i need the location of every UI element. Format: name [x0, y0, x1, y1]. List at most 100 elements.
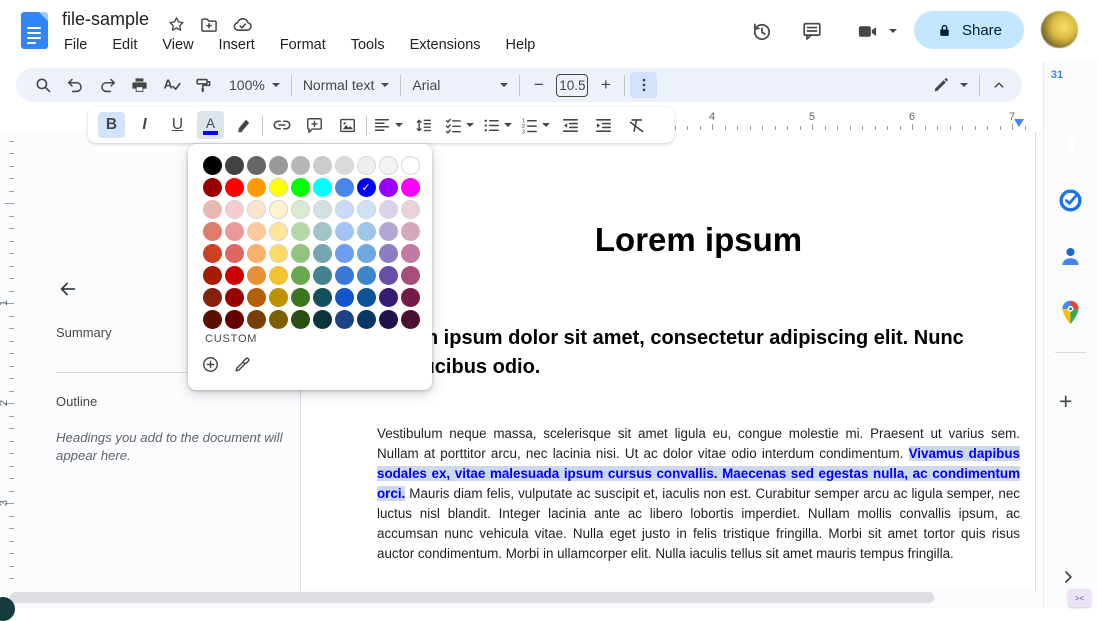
font-select[interactable]: Arial — [406, 77, 514, 93]
document-heading[interactable]: Lorem ipsum — [377, 221, 1020, 259]
hide-side-panel-chevron-icon[interactable] — [1058, 567, 1078, 587]
color-swatch-6aa84f[interactable] — [291, 266, 310, 285]
docs-logo-icon[interactable] — [21, 12, 48, 49]
color-swatch-d5a6bd[interactable] — [401, 222, 420, 241]
color-swatch-e06666[interactable] — [225, 244, 244, 263]
color-swatch-ffff00[interactable] — [269, 178, 288, 197]
paragraph-style-select[interactable]: Normal text — [297, 77, 396, 93]
document-body-paragraph[interactable]: Vestibulum neque massa, scelerisque sit … — [377, 424, 1020, 564]
color-swatch-0c343d[interactable] — [313, 310, 332, 329]
color-swatch-999999[interactable] — [269, 156, 288, 175]
color-swatch-d9d2e9[interactable] — [379, 200, 398, 219]
editing-mode-pen-icon[interactable] — [927, 72, 954, 98]
color-swatch-ead1dc[interactable] — [401, 200, 420, 219]
bulleted-list-button[interactable] — [481, 112, 501, 138]
color-swatch-a4c2f4[interactable] — [335, 222, 354, 241]
increase-font-size-button[interactable]: + — [592, 72, 619, 98]
checklist-caret-icon[interactable] — [466, 123, 474, 127]
color-swatch-fff2cc[interactable] — [269, 200, 288, 219]
color-swatch-ff00ff[interactable] — [401, 178, 420, 197]
share-button[interactable]: Share — [914, 11, 1024, 49]
color-swatch-cc4125[interactable] — [203, 244, 222, 263]
color-swatch-f3f3f3[interactable] — [379, 156, 398, 175]
decrease-font-size-button[interactable]: − — [525, 72, 552, 98]
color-swatch-434343[interactable] — [225, 156, 244, 175]
increase-indent-button[interactable] — [590, 112, 617, 138]
color-swatch-ffd966[interactable] — [269, 244, 288, 263]
move-to-folder-icon[interactable] — [199, 15, 219, 35]
color-swatch-666666[interactable] — [247, 156, 266, 175]
color-swatch-c27ba0[interactable] — [401, 244, 420, 263]
color-swatch-cccccc[interactable] — [313, 156, 332, 175]
color-swatch-9fc5e8[interactable] — [357, 222, 376, 241]
color-swatch-7f6000[interactable] — [269, 310, 288, 329]
color-swatch-45818e[interactable] — [313, 266, 332, 285]
color-swatch-f9cb9c[interactable] — [247, 222, 266, 241]
undo-icon[interactable] — [62, 72, 89, 98]
menu-format[interactable]: Format — [272, 35, 334, 55]
color-swatch-980000[interactable] — [203, 178, 222, 197]
color-swatch-00ff00[interactable] — [291, 178, 310, 197]
cloud-saved-icon[interactable] — [232, 14, 253, 35]
menu-edit[interactable]: Edit — [104, 35, 145, 55]
color-swatch-a64d79[interactable] — [401, 266, 420, 285]
more-options-button[interactable] — [630, 72, 657, 98]
vertical-ruler[interactable]: 123 — [0, 132, 16, 590]
decrease-indent-button[interactable] — [557, 112, 584, 138]
color-swatch-ffe599[interactable] — [269, 222, 288, 241]
menu-view[interactable]: View — [154, 35, 201, 55]
color-swatch-6d9eeb[interactable] — [335, 244, 354, 263]
underline-button[interactable]: U — [164, 112, 191, 138]
color-swatch-6fa8dc[interactable] — [357, 244, 376, 263]
editing-mode-caret-icon[interactable] — [960, 83, 968, 87]
add-addon-button[interactable]: + — [1059, 388, 1072, 415]
color-swatch-ff0000[interactable] — [225, 178, 244, 197]
numbered-list-caret-icon[interactable] — [542, 123, 550, 127]
contacts-icon[interactable] — [1057, 243, 1084, 270]
color-swatch-e69138[interactable] — [247, 266, 266, 285]
color-swatch-85200c[interactable] — [203, 288, 222, 307]
color-swatch-4c1130[interactable] — [401, 310, 420, 329]
color-swatch-a61c00[interactable] — [203, 266, 222, 285]
color-swatch-5b0f00[interactable] — [203, 310, 222, 329]
color-swatch-b45f06[interactable] — [247, 288, 266, 307]
document-title[interactable]: file-sample — [62, 9, 149, 30]
line-spacing-button[interactable] — [410, 112, 437, 138]
color-swatch-f6b26b[interactable] — [247, 244, 266, 263]
add-comment-button[interactable] — [301, 112, 328, 138]
right-indent-marker[interactable] — [1014, 119, 1024, 127]
avatar[interactable] — [1041, 11, 1078, 48]
color-swatch-3c78d8[interactable] — [335, 266, 354, 285]
menu-file[interactable]: File — [56, 35, 95, 55]
color-swatch-b6d7a8[interactable] — [291, 222, 310, 241]
color-swatch-4a86e8[interactable] — [335, 178, 354, 197]
color-swatch-783f04[interactable] — [247, 310, 266, 329]
bold-button[interactable]: B — [98, 112, 125, 138]
color-swatch-d9d9d9[interactable] — [335, 156, 354, 175]
color-swatch-bf9000[interactable] — [269, 288, 288, 307]
add-custom-color-icon[interactable] — [201, 355, 220, 374]
color-swatch-000000[interactable] — [203, 156, 222, 175]
color-swatch-f1c232[interactable] — [269, 266, 288, 285]
bulleted-list-caret-icon[interactable] — [504, 123, 512, 127]
color-swatch-660000[interactable] — [225, 310, 244, 329]
color-swatch-990000[interactable] — [225, 288, 244, 307]
color-swatch-cfe2f3[interactable] — [357, 200, 376, 219]
color-swatch-c9daf8[interactable] — [335, 200, 354, 219]
color-swatch-8e7cc3[interactable] — [379, 244, 398, 263]
color-swatch-274e13[interactable] — [291, 310, 310, 329]
meet-caret-icon[interactable] — [889, 29, 897, 33]
color-swatch-a2c4c9[interactable] — [313, 222, 332, 241]
color-swatch-3d85c6[interactable] — [357, 266, 376, 285]
maps-icon[interactable] — [1057, 299, 1084, 326]
highlight-color-button[interactable] — [230, 112, 257, 138]
color-swatch-76a5af[interactable] — [313, 244, 332, 263]
eyedropper-icon[interactable] — [233, 355, 252, 374]
menu-help[interactable]: Help — [498, 35, 544, 55]
font-size-input[interactable]: 10.5 — [556, 74, 588, 97]
color-swatch-fce5cd[interactable] — [247, 200, 266, 219]
keep-icon[interactable] — [1057, 131, 1084, 158]
spelling-check-icon[interactable]: A — [158, 72, 185, 98]
color-swatch-d0e0e3[interactable] — [313, 200, 332, 219]
color-swatch-e6b8af[interactable] — [203, 200, 222, 219]
